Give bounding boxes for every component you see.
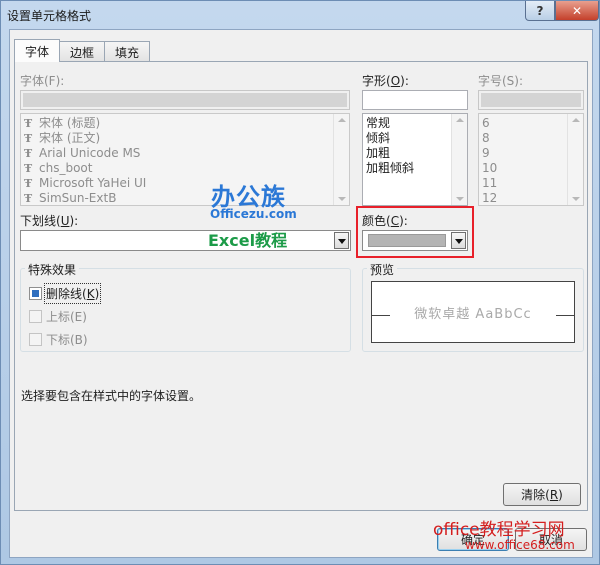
checkbox-icon[interactable] <box>29 333 42 346</box>
effects-title: 特殊效果 <box>25 261 80 278</box>
font-list-item[interactable]: Ŧ 宋体 (正文) <box>21 131 349 146</box>
font-style-input[interactable] <box>362 90 468 110</box>
superscript-label: 上标(E) <box>46 310 87 324</box>
truetype-font-icon: Ŧ <box>24 117 33 130</box>
font-name-input-value <box>23 93 347 107</box>
font-size-input-value <box>481 93 581 107</box>
font-size-label: 字号(S): <box>478 74 524 88</box>
hint-text: 选择要包含在样式中的字体设置。 <box>21 389 202 403</box>
tab-font[interactable]: 字体 <box>14 39 61 62</box>
chevron-down-icon[interactable] <box>451 232 466 249</box>
font-name-input[interactable] <box>20 90 350 110</box>
font-list-item[interactable]: Ŧchs_boot <box>21 161 349 176</box>
underline-label: 下划线(U): <box>20 214 79 228</box>
help-icon: ? <box>536 3 544 18</box>
watermark-excel: Excel教程 <box>208 231 288 250</box>
subscript-checkbox[interactable]: 下标(B) <box>29 331 88 348</box>
font-size-scrollbar[interactable] <box>567 114 583 205</box>
scroll-down-icon[interactable] <box>572 197 580 201</box>
truetype-font-icon: Ŧ <box>24 132 33 145</box>
dialog-body: 字体 边框 填充 字体(F): Ŧ 宋体 (标题) Ŧ 宋体 (正文) Ŧ Arial… <box>9 29 593 558</box>
font-style-list[interactable]: 常规 倾斜 加粗 加粗倾斜 <box>362 113 468 206</box>
preview-sample-text: 微软卓越 AaBbCc <box>414 307 532 322</box>
watermark-url: www.office68.com <box>465 538 575 552</box>
truetype-font-icon: Ŧ <box>24 147 33 160</box>
font-list-scrollbar[interactable] <box>333 114 349 205</box>
underline-select[interactable] <box>20 230 351 251</box>
close-button[interactable]: ✕ <box>555 1 599 21</box>
font-style-label: 字形(O): <box>362 74 409 88</box>
font-list-item[interactable]: Ŧ Microsoft YaHei UI <box>21 176 349 191</box>
font-list-item[interactable]: Ŧ 宋体 (标题) <box>21 116 349 131</box>
font-tab-panel: 字体(F): Ŧ 宋体 (标题) Ŧ 宋体 (正文) Ŧ Arial Unicode … <box>14 61 588 511</box>
preview-box: 微软卓越 AaBbCc <box>371 281 575 343</box>
tab-border[interactable]: 边框 <box>59 41 106 62</box>
font-list[interactable]: Ŧ 宋体 (标题) Ŧ 宋体 (正文) Ŧ Arial Unicode MS Ŧchs… <box>20 113 350 206</box>
help-button[interactable]: ? <box>525 1 555 21</box>
font-list-item[interactable]: Ŧ SimSun-ExtB <box>21 191 349 205</box>
watermark-office: office教程学习网 <box>433 520 565 540</box>
color-select[interactable] <box>362 230 468 251</box>
preview-title: 预览 <box>367 261 398 278</box>
effects-group: 特殊效果 删除线(K) 上标(E) 下标(B) <box>20 261 351 352</box>
title-bar[interactable]: 设置单元格格式 ? ✕ <box>1 1 599 29</box>
font-label: 字体(F): <box>20 74 65 88</box>
preview-group: 预览 微软卓越 AaBbCc <box>362 261 584 352</box>
truetype-font-icon: Ŧ <box>24 162 33 175</box>
font-size-input[interactable] <box>478 90 584 110</box>
scroll-down-icon[interactable] <box>456 197 464 201</box>
truetype-font-icon: Ŧ <box>24 177 33 190</box>
tab-strip: 字体 边框 填充 <box>14 39 151 62</box>
scroll-down-icon[interactable] <box>338 197 346 201</box>
scroll-up-icon[interactable] <box>456 118 464 122</box>
scroll-up-icon[interactable] <box>338 118 346 122</box>
strikethrough-checkbox[interactable]: 删除线(K) <box>29 283 102 304</box>
watermark-site: Officezu.com <box>210 207 297 221</box>
font-list-item[interactable]: Ŧ Arial Unicode MS <box>21 146 349 161</box>
subscript-label: 下标(B) <box>46 333 88 347</box>
color-swatch <box>368 234 446 247</box>
font-size-list[interactable]: 6 8 9 10 11 12 <box>478 113 584 206</box>
window-title: 设置单元格格式 <box>7 9 92 23</box>
chevron-down-icon[interactable] <box>334 232 349 249</box>
truetype-font-icon: Ŧ <box>24 192 33 205</box>
superscript-checkbox[interactable]: 上标(E) <box>29 308 87 325</box>
color-label: 颜色(C): <box>362 214 408 228</box>
close-icon: ✕ <box>571 3 583 18</box>
font-style-scrollbar[interactable] <box>451 114 467 205</box>
checkbox-icon[interactable] <box>29 310 42 323</box>
format-cells-dialog: 设置单元格格式 ? ✕ 字体 边框 填充 字体(F): Ŧ 宋体 (标题) Ŧ 宋体… <box>0 0 600 565</box>
scroll-up-icon[interactable] <box>572 118 580 122</box>
tab-fill[interactable]: 填充 <box>104 41 151 62</box>
checkbox-indeterminate-icon[interactable] <box>29 287 42 300</box>
clear-button[interactable]: 清除(R) <box>503 483 581 506</box>
